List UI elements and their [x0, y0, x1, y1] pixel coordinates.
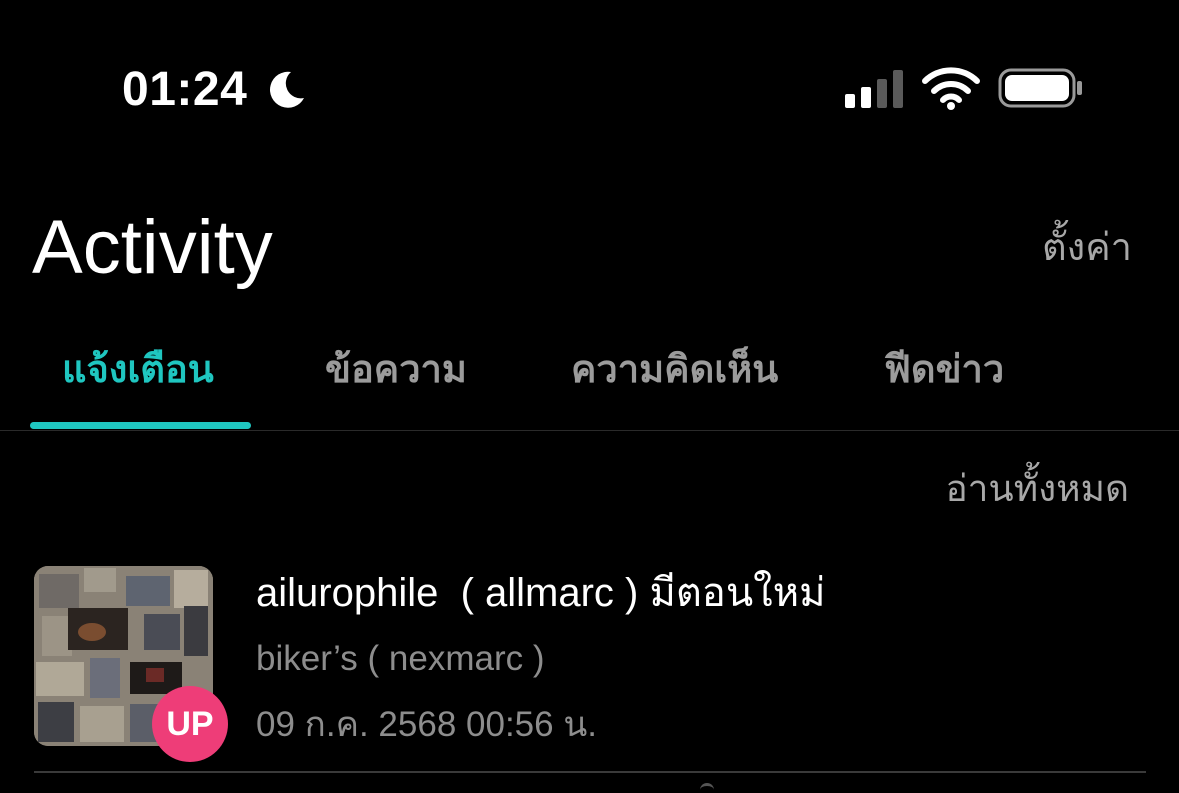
moon-icon [270, 71, 304, 108]
notification-title: ailurophile ( allmarc ) มีตอนใหม่ [256, 571, 826, 615]
mark-all-read-button[interactable]: อ่านทั้งหมด [945, 464, 1129, 514]
wifi-icon [922, 67, 980, 110]
tabs-divider [0, 430, 1179, 431]
tab-bar: แจ้งเตือน ข้อความ ความคิดเห็น ฟีดข่าว [0, 338, 1179, 430]
tab-notifications[interactable]: แจ้งเตือน [62, 338, 214, 400]
tab-comments[interactable]: ความคิดเห็น [571, 338, 778, 400]
notification-timestamp: 09 ก.ค. 2568 00:56 น. [256, 705, 597, 744]
status-time: 01:24 [122, 63, 248, 116]
tab-newsfeed[interactable]: ฟีดข่าว [884, 338, 1004, 400]
battery-icon [998, 68, 1082, 108]
next-row-partial [700, 783, 714, 793]
active-tab-indicator [30, 422, 251, 429]
settings-button[interactable]: ตั้งค่า [1042, 222, 1132, 272]
page-title: Activity [32, 205, 273, 290]
row-divider [34, 771, 1146, 773]
notification-item[interactable]: UP ailurophile ( allmarc ) มีตอนใหม่ bik… [0, 560, 1179, 772]
notification-subtitle: biker’s ( nexmarc ) [256, 639, 545, 678]
tab-messages[interactable]: ข้อความ [325, 338, 467, 400]
update-badge: UP [152, 686, 228, 762]
cellular-signal-icon [845, 70, 903, 108]
status-bar: 01:24 [0, 0, 1179, 180]
